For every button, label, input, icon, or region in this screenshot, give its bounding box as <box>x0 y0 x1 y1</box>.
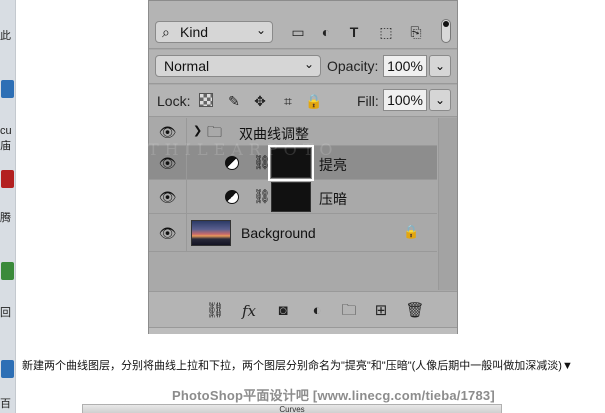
curves-adjustment-icon <box>225 190 239 204</box>
lock-icon: 🔒 <box>403 224 420 239</box>
opacity-dropdown-button[interactable]: ⌄ <box>429 55 451 77</box>
desktop-strip: 此 cu 庙 腾 回 百 <box>0 0 16 413</box>
chevron-down-icon: ⌄ <box>434 59 446 73</box>
layer-name[interactable]: Background <box>241 225 316 241</box>
adjustment-filter-icon[interactable]: ◐ <box>317 23 335 41</box>
opacity-label: Opacity: <box>327 58 379 74</box>
image-watermark: THILEARPOTO <box>148 140 339 159</box>
folder-icon[interactable]: 🗀 <box>339 302 359 320</box>
layer-name[interactable]: 压暗 <box>319 189 347 209</box>
chevron-down-icon: ⌄ <box>255 23 266 37</box>
trash-icon[interactable]: 🗑 <box>405 302 425 320</box>
lock-artboard-icon[interactable]: ⌗ <box>279 92 297 110</box>
link-chain-icon[interactable]: ⛓ <box>253 188 271 205</box>
curves-window-titlebar[interactable]: Curves <box>82 404 502 413</box>
desktop-text-fragment: 腾 <box>0 212 11 224</box>
opacity-input[interactable]: 100% <box>383 55 427 77</box>
lock-image-pixels-icon[interactable]: ✎ <box>225 92 243 110</box>
layer-thumbnail[interactable] <box>191 220 231 246</box>
desktop-text-fragment: cu <box>0 125 12 137</box>
eye-icon: 👁 <box>158 189 177 205</box>
filter-toggle[interactable] <box>441 19 451 43</box>
desktop-app-icon[interactable] <box>1 80 14 98</box>
eye-icon: 👁 <box>158 225 177 241</box>
image-filter-icon[interactable]: ▭ <box>289 23 307 41</box>
desktop-text-fragment: 百 <box>0 398 11 410</box>
shape-filter-icon[interactable]: ⬚ <box>377 23 395 41</box>
group-expand-chevron-icon[interactable]: ❯ <box>193 124 202 137</box>
desktop-text-fragment: 此 <box>0 30 11 42</box>
lock-all-icon[interactable]: 🔒 <box>305 92 323 110</box>
chevron-down-icon: ⌄ <box>434 93 446 107</box>
layer-mask-thumbnail[interactable] <box>271 182 311 212</box>
desktop-app-icon[interactable] <box>1 360 14 378</box>
layer-row-darken[interactable]: 👁 ⛓ 压暗 <box>149 180 437 214</box>
visibility-toggle[interactable]: 👁 <box>149 180 187 213</box>
link-icon[interactable]: ⛓ <box>205 302 225 320</box>
site-watermark: PhotoShop平面设计吧 [www.linecg.com/tieba/178… <box>172 388 495 403</box>
chevron-down-icon: ⌄ <box>303 57 314 71</box>
fill-input[interactable]: 100% <box>383 89 427 111</box>
layer-filter-bar: ⌕ Kind ⌄ ▭ ◐ T ⬚ ⎘ <box>149 1 457 49</box>
fx-icon[interactable]: fx <box>239 302 259 320</box>
smart-object-filter-icon[interactable]: ⎘ <box>407 23 425 41</box>
blend-mode-dropdown[interactable]: Normal ⌄ <box>155 55 321 77</box>
desktop-app-icon[interactable] <box>1 170 14 188</box>
desktop-app-icon[interactable] <box>1 262 14 280</box>
fill-dropdown-button[interactable]: ⌄ <box>429 89 451 111</box>
adjustment-icon[interactable]: ◐ <box>307 302 327 320</box>
search-icon: ⌕ <box>162 24 170 40</box>
layers-panel: ⌕ Kind ⌄ ▭ ◐ T ⬚ ⎘ Normal ⌄ Opacity: 100… <box>148 0 458 334</box>
lock-transparent-pixels-icon[interactable] <box>199 93 213 107</box>
desktop-text-fragment: 回 <box>0 307 11 319</box>
caption-text: 新建两个曲线图层，分别将曲线上拉和下拉，两个图层分别命名为"提亮"和"压暗"(人… <box>22 360 573 372</box>
mask-icon[interactable]: ◙ <box>273 302 293 320</box>
eye-icon: 👁 <box>158 124 177 140</box>
filter-kind-dropdown[interactable]: ⌕ Kind ⌄ <box>155 21 273 43</box>
blend-opacity-bar: Normal ⌄ Opacity: 100% ⌄ <box>149 50 457 84</box>
desktop-text-fragment: 庙 <box>0 140 11 152</box>
type-filter-icon[interactable]: T <box>345 23 363 41</box>
layer-row-background[interactable]: 👁 Background 🔒 <box>149 214 437 252</box>
lock-position-icon[interactable]: ✥ <box>251 92 269 110</box>
visibility-toggle[interactable]: 👁 <box>149 214 187 251</box>
lock-label: Lock: <box>157 93 191 109</box>
filter-kind-label: Kind <box>180 24 209 40</box>
new-layer-icon[interactable]: ⊞ <box>371 302 391 320</box>
lock-fill-bar: Lock: ✎ ✥ ⌗ 🔒 Fill: 100% ⌄ <box>149 85 457 117</box>
fill-label: Fill: <box>357 93 379 109</box>
panel-resize-grip[interactable] <box>149 327 457 334</box>
blend-mode-label: Normal <box>164 58 210 74</box>
layers-panel-footer: ⛓ fx ◙ ◐ 🗀 ⊞ 🗑 <box>149 291 457 327</box>
